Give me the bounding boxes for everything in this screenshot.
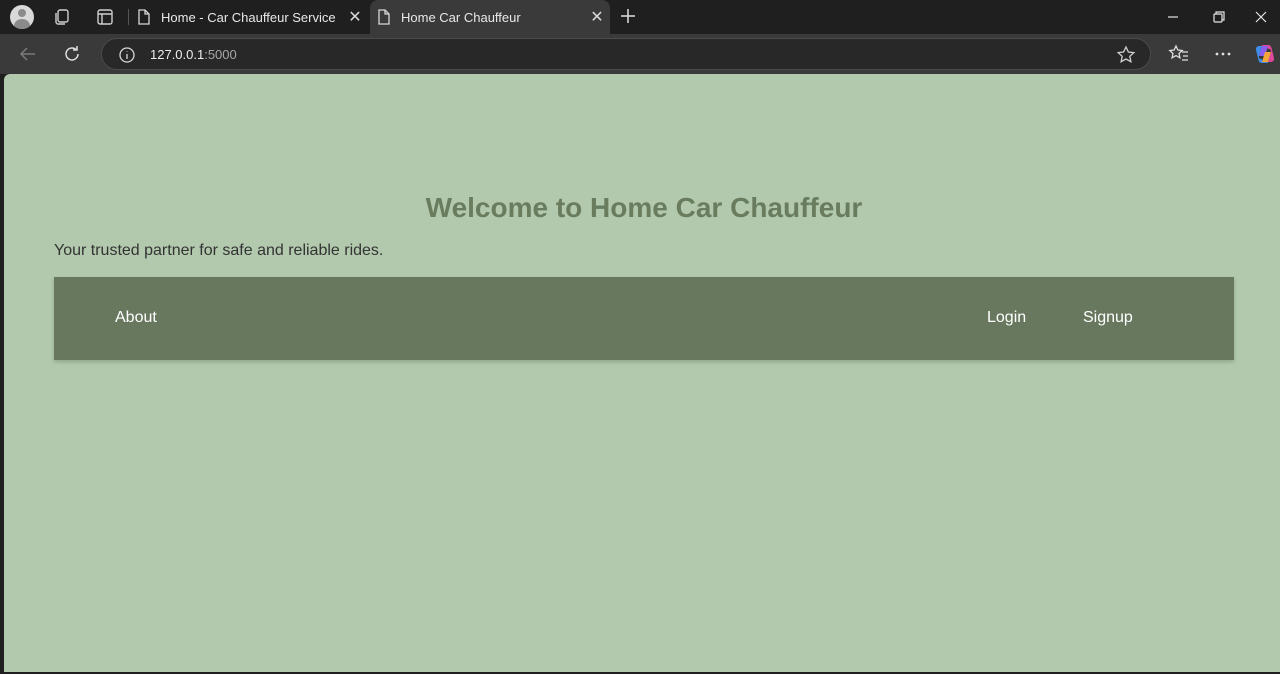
new-tab-plus-icon[interactable]	[616, 4, 640, 28]
url-host: 127.0.0.1	[150, 47, 205, 62]
close-icon[interactable]: ✕	[342, 7, 368, 27]
back-arrow-icon[interactable]	[16, 42, 40, 66]
tab-home-car-chauffeur-service[interactable]: Home - Car Chauffeur Service ✕	[130, 0, 368, 34]
url-port: :5000	[204, 47, 237, 62]
copilot-icon[interactable]	[1254, 43, 1276, 65]
main-navbar: About Login Signup	[54, 277, 1234, 360]
page-viewport: Welcome to Home Car Chauffeur Your trust…	[4, 74, 1280, 672]
url-text: 127.0.0.1:5000	[150, 47, 237, 62]
page-title: Welcome to Home Car Chauffeur	[425, 192, 863, 223]
page-tagline: Your trusted partner for safe and reliab…	[54, 242, 384, 259]
restore-icon[interactable]	[1196, 0, 1242, 34]
browser-title-bar: Home - Car Chauffeur Service ✕ Home Car …	[0, 0, 1280, 34]
tab-actions-icon[interactable]	[95, 7, 115, 27]
site-info-icon[interactable]	[118, 46, 136, 64]
close-icon[interactable]: ✕	[584, 7, 610, 27]
workspaces-icon[interactable]	[52, 7, 72, 27]
address-bar[interactable]: 127.0.0.1:5000	[101, 38, 1151, 70]
favorite-star-icon[interactable]	[1116, 45, 1136, 65]
tab-home-car-chauffeur[interactable]: Home Car Chauffeur ✕	[370, 0, 610, 34]
nav-link-signup[interactable]: Signup	[1083, 309, 1133, 327]
nav-link-about[interactable]: About	[115, 309, 157, 327]
favorites-icon[interactable]	[1168, 43, 1190, 65]
tab-title: Home Car Chauffeur	[401, 9, 521, 25]
more-options-icon[interactable]	[1212, 43, 1234, 65]
profile-avatar-icon[interactable]	[10, 5, 34, 29]
tab-title: Home - Car Chauffeur Service	[161, 9, 336, 25]
close-window-icon[interactable]	[1242, 0, 1280, 34]
minimize-icon[interactable]	[1150, 0, 1196, 34]
browser-toolbar: 127.0.0.1:5000	[0, 34, 1280, 74]
refresh-icon[interactable]	[60, 42, 84, 66]
page-icon	[378, 9, 390, 25]
tab-separator	[128, 9, 129, 25]
nav-link-login[interactable]: Login	[987, 309, 1026, 327]
page-icon	[138, 9, 150, 25]
